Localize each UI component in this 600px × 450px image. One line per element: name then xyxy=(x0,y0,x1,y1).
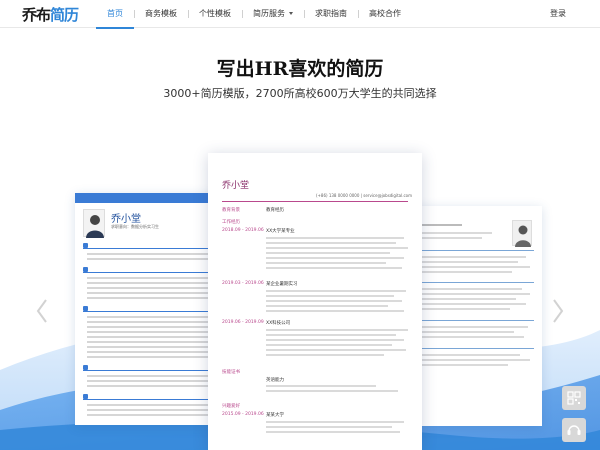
brand-logo-part2: 简历 xyxy=(50,5,79,24)
resume-text-line xyxy=(422,326,528,328)
resume-text-line xyxy=(87,351,227,353)
chevron-left-icon[interactable] xyxy=(34,297,50,325)
resume-template-card-center[interactable]: 乔小堂 (+86) 138 0000 0000 | service@jobsdi… xyxy=(208,153,422,450)
resume-section-divider xyxy=(422,320,534,321)
resume-section-text: 教育经历 xyxy=(266,208,284,213)
resume-text-line xyxy=(422,256,526,258)
resume-section-date: 2018.09 - 2019.06 xyxy=(222,228,264,233)
resume-text-line xyxy=(422,336,524,338)
hero-title: 写出HR喜欢的简历 xyxy=(216,58,384,80)
resume-text-line xyxy=(266,305,388,307)
resume-text-line xyxy=(266,290,406,292)
resume-name: 乔小堂 xyxy=(111,214,141,225)
resume-text-line xyxy=(266,349,406,351)
resume-text-line xyxy=(266,262,386,264)
resume-text-line xyxy=(422,359,530,361)
resume-text-line xyxy=(422,271,512,273)
nav-item-resume-services-label: 简历服务 xyxy=(253,9,285,18)
resume-text-line xyxy=(266,385,376,387)
resume-section-label: 技能证书 xyxy=(222,370,240,375)
resume-name: 乔小堂 xyxy=(222,181,250,191)
section-marker-icon xyxy=(83,306,88,311)
resume-section-text: 某企业暑期实习 xyxy=(266,282,298,287)
main-nav: 首页 商务模板 个性模板 简历服务 求职指南 高校合作 xyxy=(96,0,412,29)
resume-text-line xyxy=(422,232,492,234)
resume-text-line xyxy=(266,390,398,392)
nav-item-resume-services[interactable]: 简历服务 xyxy=(242,0,304,28)
resume-text-line xyxy=(422,266,530,268)
customer-service-button[interactable] xyxy=(562,418,586,442)
resume-section-date: 2015.09 - 2019.06 xyxy=(222,412,264,417)
brand-logo-part1: 乔布 xyxy=(22,5,51,24)
resume-divider xyxy=(222,201,408,202)
nav-item-job-guide[interactable]: 求职指南 xyxy=(304,0,358,28)
resume-contact: (+86) 138 0000 0000 | service@jobsdigita… xyxy=(316,193,413,198)
resume-photo xyxy=(83,209,105,238)
resume-section-text: XX大学某专业 xyxy=(266,229,295,234)
chevron-down-icon xyxy=(289,12,293,15)
top-navbar: 乔布 简历 首页 商务模板 个性模板 简历服务 求职指南 高校合作 登录 xyxy=(0,0,600,29)
resume-text-line xyxy=(422,288,522,290)
customer-service-icon xyxy=(567,425,581,435)
resume-text-line xyxy=(422,354,520,356)
resume-text-line xyxy=(266,257,404,259)
resume-section-label: 教育背景 xyxy=(222,208,240,213)
resume-section-text: XX科技公司 xyxy=(266,321,291,326)
resume-text-line xyxy=(266,426,392,428)
resume-text-line xyxy=(266,339,404,341)
resume-text-line xyxy=(422,224,462,226)
resume-section-divider xyxy=(422,250,534,251)
section-marker-icon xyxy=(83,243,88,248)
resume-text-line xyxy=(266,295,394,297)
resume-text-line xyxy=(266,267,402,269)
resume-text-line xyxy=(266,242,396,244)
resume-text-line xyxy=(422,293,530,295)
hero-subtitle: 3000+简历模版，2700所高校600万大学生的共同选择 xyxy=(163,87,437,100)
resume-section-divider xyxy=(422,348,534,349)
resume-text-line xyxy=(266,431,400,433)
nav-item-home[interactable]: 首页 xyxy=(96,0,134,29)
nav-item-university-cooperation[interactable]: 高校合作 xyxy=(358,0,412,28)
resume-section-text: 某某大学 xyxy=(266,413,284,418)
resume-text-line xyxy=(266,329,408,331)
resume-text-line xyxy=(266,344,392,346)
resume-text-line xyxy=(266,334,396,336)
resume-text-line xyxy=(266,354,384,356)
resume-text-line xyxy=(266,237,404,239)
section-marker-icon xyxy=(83,365,88,370)
resume-text-line xyxy=(422,261,518,263)
resume-text-line xyxy=(422,237,482,239)
resume-text-line xyxy=(87,292,227,294)
resume-section-divider xyxy=(422,282,534,283)
qr-code-button[interactable] xyxy=(562,386,586,410)
resume-text-line xyxy=(422,331,514,333)
brand-logo[interactable]: 乔布 简历 xyxy=(22,4,79,24)
resume-section-label: 工作经历 xyxy=(222,220,240,225)
resume-section-date: 2019.06 - 2019.09 xyxy=(222,320,264,325)
resume-text-line xyxy=(422,364,508,366)
qr-code-icon xyxy=(567,391,581,405)
resume-section-text: 英语能力 xyxy=(266,378,284,383)
resume-section-label: 兴趣爱好 xyxy=(222,404,240,409)
resume-job-intention: 求职意向：数据分析实习生 xyxy=(111,224,159,229)
resume-template-card-right[interactable] xyxy=(414,206,542,426)
resume-text-line xyxy=(266,310,404,312)
nav-item-business-templates[interactable]: 商务模板 xyxy=(134,0,188,28)
avatar-icon xyxy=(515,225,531,247)
resume-text-line xyxy=(266,300,402,302)
resume-section-date: 2019.03 - 2019.06 xyxy=(222,281,264,286)
nav-item-personal-templates[interactable]: 个性模板 xyxy=(188,0,242,28)
login-link[interactable]: 登录 xyxy=(550,0,566,28)
resume-text-line xyxy=(422,303,526,305)
resume-text-line xyxy=(266,252,390,254)
section-marker-icon xyxy=(83,394,88,399)
resume-text-line xyxy=(422,308,510,310)
chevron-right-icon[interactable] xyxy=(550,297,566,325)
resume-text-line xyxy=(266,247,408,249)
section-marker-icon xyxy=(83,267,88,272)
avatar-icon xyxy=(86,215,104,238)
resume-text-line xyxy=(266,421,404,423)
resume-text-line xyxy=(422,298,516,300)
resume-photo xyxy=(512,220,532,247)
